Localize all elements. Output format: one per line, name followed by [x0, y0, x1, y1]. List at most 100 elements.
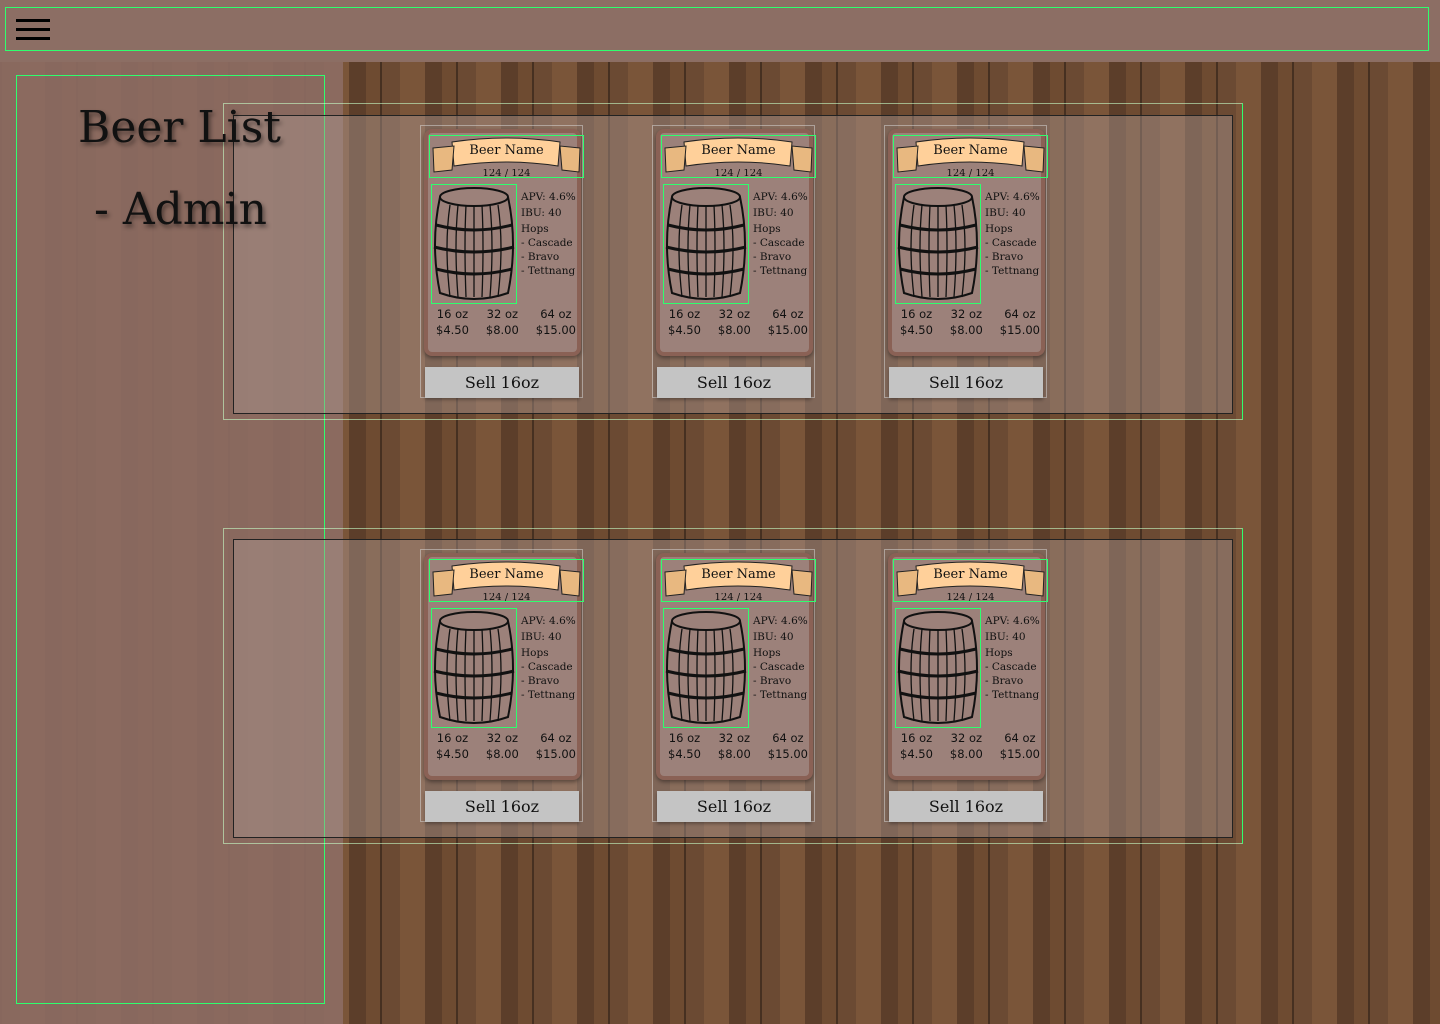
size-label: 64 oz [540, 731, 572, 745]
hop-item: - Cascade [753, 661, 805, 673]
price-value: $15.00 [767, 323, 808, 337]
price-column: 16 oz $4.50 [900, 730, 933, 762]
beer-stats: APV: 4.6% IBU: 40 Hops - Cascade - Bravo -… [521, 614, 576, 702]
keg-count: 124 / 124 [714, 169, 763, 178]
barrel-icon [663, 184, 749, 304]
hop-item: - Tettnang [753, 265, 808, 277]
price-value: $8.00 [717, 747, 751, 761]
size-label: 32 oz [486, 731, 519, 745]
price-column: 32 oz $8.00 [718, 730, 751, 762]
price-value: $4.50 [900, 323, 933, 337]
ibu: IBU: 40 [753, 631, 794, 643]
hop-item: - Bravo [985, 675, 1024, 687]
ibu: IBU: 40 [521, 207, 562, 219]
sell-16oz-button[interactable]: Sell 16oz [425, 791, 579, 822]
price-value: $4.50 [436, 747, 469, 761]
price-column: 16 oz $4.50 [436, 306, 469, 338]
price-column: 32 oz $8.00 [718, 306, 751, 338]
size-label: 16 oz [436, 731, 469, 745]
sell-16oz-button[interactable]: Sell 16oz [657, 367, 811, 398]
price-column: 32 oz $8.00 [950, 306, 983, 338]
hops-label: Hops [521, 647, 549, 659]
beer-name: Beer Name [933, 567, 1008, 582]
hops-label: Hops [753, 647, 781, 659]
top-bar [0, 0, 1440, 62]
beer-name: Beer Name [933, 143, 1008, 158]
hops-label: Hops [753, 223, 781, 235]
beer-name-banner: Beer Name 124 / 124 [893, 559, 1048, 602]
beer-card: Beer Name 124 / 124 APV: 4.6% IBU: 40 Ho… [420, 549, 584, 822]
barrel-icon [895, 184, 981, 304]
beer-name-banner: Beer Name 124 / 124 [661, 135, 816, 178]
beer-card-body: Beer Name 124 / 124 APV: 4.6% IBU: 40 Ho… [888, 129, 1048, 356]
size-label: 32 oz [950, 731, 983, 745]
size-label: 32 oz [718, 307, 751, 321]
hop-item: - Cascade [753, 237, 805, 249]
price-value: $15.00 [535, 323, 576, 337]
beer-stats: APV: 4.6% IBU: 40 Hops - Cascade - Bravo -… [985, 190, 1040, 278]
hops-label: Hops [985, 223, 1013, 235]
ibu: IBU: 40 [985, 207, 1026, 219]
barrel-icon [895, 608, 981, 728]
price-value: $4.50 [900, 747, 933, 761]
price-table: 16 oz $4.50 32 oz $8.00 64 oz $15.00 [900, 306, 1040, 338]
hop-item: - Bravo [753, 251, 792, 263]
size-label: 16 oz [668, 307, 701, 321]
price-column: 16 oz $4.50 [900, 306, 933, 338]
price-column: 64 oz $15.00 [1000, 730, 1040, 762]
price-column: 16 oz $4.50 [436, 730, 469, 762]
beer-name-banner: Beer Name 124 / 124 [893, 135, 1048, 178]
beer-name: Beer Name [469, 143, 544, 158]
beer-stats: APV: 4.6% IBU: 40 Hops - Cascade - Bravo -… [753, 614, 808, 702]
ibu: IBU: 40 [753, 207, 794, 219]
beer-name: Beer Name [701, 143, 776, 158]
keg-count: 124 / 124 [714, 593, 763, 602]
price-table: 16 oz $4.50 32 oz $8.00 64 oz $15.00 [668, 730, 808, 762]
sell-16oz-button[interactable]: Sell 16oz [889, 367, 1043, 398]
page-subtitle: - Admin [94, 184, 267, 235]
hop-item: - Tettnang [521, 689, 576, 701]
beer-stats: APV: 4.6% IBU: 40 Hops - Cascade - Bravo -… [753, 190, 808, 278]
hops-label: Hops [521, 223, 549, 235]
keg-count: 124 / 124 [482, 169, 531, 178]
size-label: 64 oz [1004, 731, 1036, 745]
price-value: $8.00 [949, 323, 983, 337]
price-column: 64 oz $15.00 [536, 306, 576, 338]
price-value: $15.00 [999, 747, 1040, 761]
price-table: 16 oz $4.50 32 oz $8.00 64 oz $15.00 [668, 306, 808, 338]
price-value: $15.00 [535, 747, 576, 761]
beer-card-body: Beer Name 124 / 124 APV: 4.6% IBU: 40 Ho… [656, 553, 816, 780]
beer-name-banner: Beer Name 124 / 124 [661, 559, 816, 602]
beer-card: Beer Name 124 / 124 APV: 4.6% IBU: 40 Ho… [652, 125, 816, 398]
price-column: 16 oz $4.50 [668, 306, 701, 338]
hop-item: - Tettnang [521, 265, 576, 277]
hamburger-icon[interactable] [16, 19, 50, 41]
price-value: $8.00 [949, 747, 983, 761]
price-column: 32 oz $8.00 [486, 306, 519, 338]
sell-16oz-button[interactable]: Sell 16oz [657, 791, 811, 822]
beer-card: Beer Name 124 / 124 APV: 4.6% IBU: 40 Ho… [420, 125, 584, 398]
hop-item: - Bravo [985, 251, 1024, 263]
beer-card-body: Beer Name 124 / 124 APV: 4.6% IBU: 40 Ho… [656, 129, 816, 356]
size-label: 16 oz [900, 307, 933, 321]
abv: APV: 4.6% [753, 191, 808, 203]
hop-item: - Tettnang [985, 689, 1040, 701]
ibu: IBU: 40 [521, 631, 562, 643]
beer-card-body: Beer Name 124 / 124 APV: 4.6% IBU: 40 Ho… [424, 129, 584, 356]
price-column: 64 oz $15.00 [536, 730, 576, 762]
price-value: $4.50 [668, 323, 701, 337]
sell-16oz-button[interactable]: Sell 16oz [889, 791, 1043, 822]
sell-16oz-button[interactable]: Sell 16oz [425, 367, 579, 398]
keg-count: 124 / 124 [946, 169, 995, 178]
hop-item: - Cascade [985, 661, 1037, 673]
abv: APV: 4.6% [985, 191, 1040, 203]
beer-name: Beer Name [701, 567, 776, 582]
beer-card-body: Beer Name 124 / 124 APV: 4.6% IBU: 40 Ho… [888, 553, 1048, 780]
beer-name-banner: Beer Name 124 / 124 [429, 559, 584, 602]
price-column: 16 oz $4.50 [668, 730, 701, 762]
size-label: 16 oz [436, 307, 469, 321]
barrel-icon [431, 608, 517, 728]
hop-item: - Tettnang [753, 689, 808, 701]
size-label: 32 oz [718, 731, 751, 745]
price-value: $4.50 [668, 747, 701, 761]
